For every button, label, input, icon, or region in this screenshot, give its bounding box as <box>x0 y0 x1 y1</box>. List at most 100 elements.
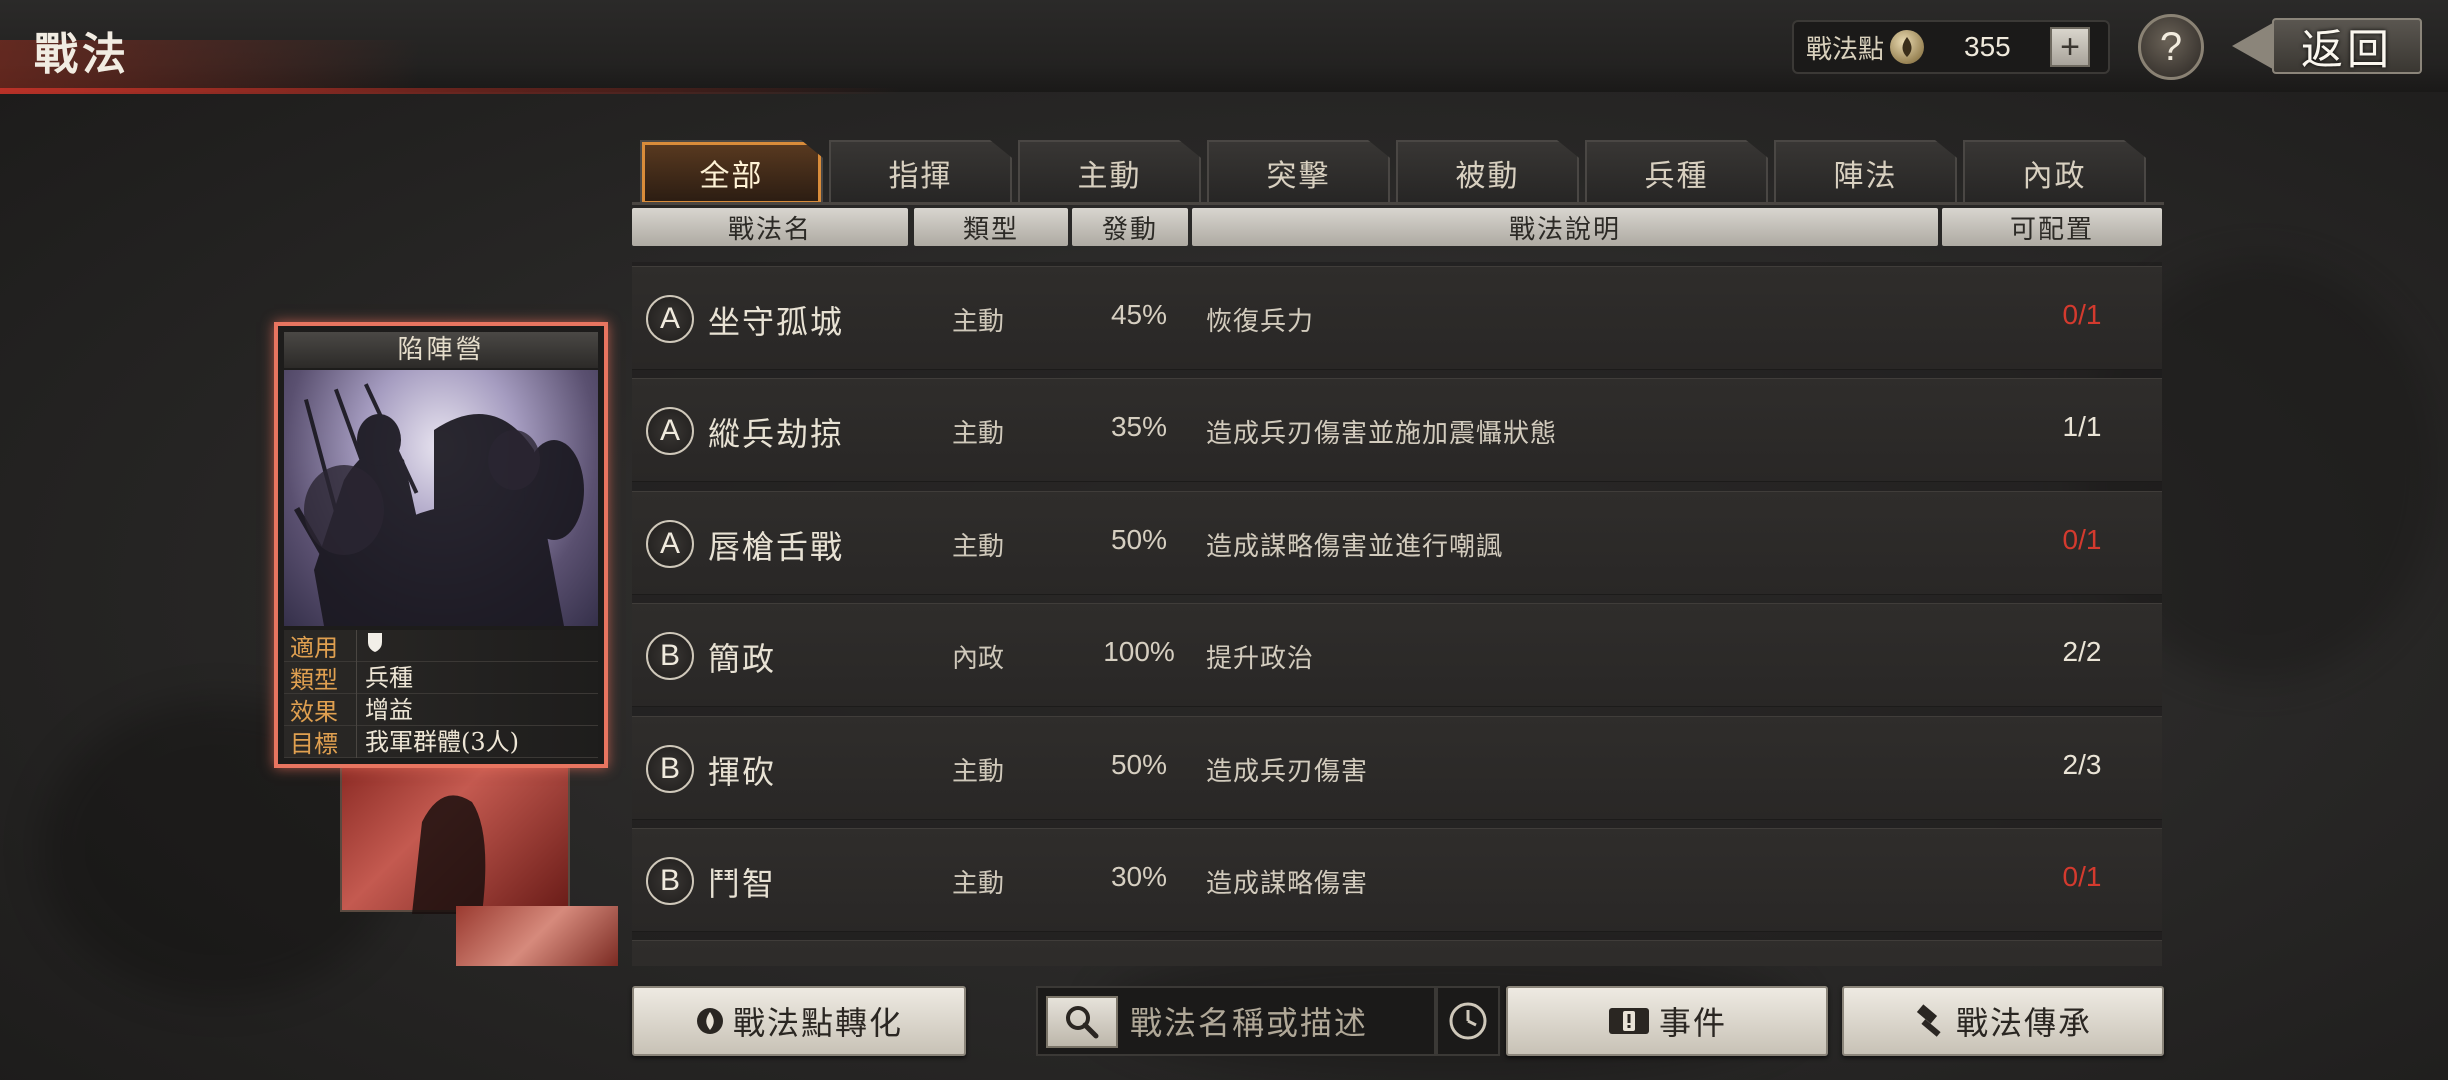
page-title: 戰法 <box>34 29 130 80</box>
search-box <box>1036 986 1436 1056</box>
tactic-description: 造成兵刃傷害並施加震懾狀態 <box>1206 419 1558 449</box>
tactic-type: 內政 <box>951 644 1004 674</box>
hammer-icon <box>1916 1004 1941 1037</box>
card-stack-back-2 <box>456 906 618 966</box>
events-button[interactable]: 事件 <box>1506 986 1828 1056</box>
search-icon <box>1066 1006 1099 1039</box>
grade-badge: B <box>646 745 694 793</box>
points-icon <box>1890 30 1925 64</box>
info-value: 增益 <box>356 693 413 726</box>
tactic-type: 主動 <box>951 307 1004 337</box>
search-input[interactable] <box>1130 1000 1430 1046</box>
tactic-points-display: 戰法點 355 + <box>1792 20 2110 74</box>
tactic-name: 坐守孤城 <box>708 303 845 341</box>
card-illustration <box>284 370 598 626</box>
book-icon <box>1608 1008 1649 1034</box>
tabs-divider <box>632 202 2164 205</box>
column-header-type[interactable]: 類型 <box>914 208 1068 246</box>
tactic-inherit-label: 戰法傳承 <box>1955 1004 2092 1042</box>
grade-badge: A <box>646 407 694 455</box>
tactic-availability: 0/1 <box>2062 524 2102 555</box>
add-points-button[interactable]: + <box>2050 27 2091 67</box>
tactic-rate: 30% <box>1110 861 1168 892</box>
tactic-type: 主動 <box>951 757 1004 787</box>
history-button[interactable] <box>1436 986 1500 1056</box>
column-header-available[interactable]: 可配置 <box>1942 208 2162 246</box>
column-header-rate[interactable]: 發動 <box>1072 208 1188 246</box>
tab-active[interactable]: 主動 <box>1018 140 1201 204</box>
tab-formation[interactable]: 陣法 <box>1774 140 1957 204</box>
tactic-rate: 45% <box>1110 299 1168 330</box>
tactic-row-partial[interactable] <box>632 940 2162 966</box>
info-value: 兵種 <box>356 661 413 694</box>
top-bar: 戰法 戰法點 355 + ? 返回 <box>0 0 2448 94</box>
tactic-rate: 100% <box>1103 636 1175 667</box>
info-value <box>356 629 385 662</box>
clock-icon <box>1449 1002 1487 1040</box>
card-info-row: 適用 <box>284 629 598 662</box>
card-stack-back <box>340 760 570 914</box>
card-info-table: 適用 類型 兵種 效果 增益 目標 我軍群體(3人) <box>284 629 598 758</box>
back-label: 返回 <box>2272 18 2422 74</box>
tactic-rate: 50% <box>1110 749 1168 780</box>
tactic-type: 主動 <box>951 869 1004 899</box>
tab-all[interactable]: 全部 <box>640 140 823 204</box>
category-tabs: 全部 指揮 主動 突擊 被動 兵種 陣法 內政 <box>640 140 2146 204</box>
tab-command[interactable]: 指揮 <box>829 140 1012 204</box>
info-value: 我軍群體(3人) <box>356 725 519 758</box>
card-info-row: 類型 兵種 <box>284 661 598 694</box>
tactic-rate: 50% <box>1110 524 1168 555</box>
tactic-name: 揮砍 <box>708 753 777 791</box>
card-info-row: 效果 增益 <box>284 693 598 726</box>
card-title: 陷陣營 <box>284 332 598 368</box>
tactic-type: 主動 <box>951 532 1004 562</box>
info-key: 效果 <box>290 698 338 726</box>
tactic-row[interactable]: B 簡政 內政 100% 提升政治 2/2 <box>632 603 2162 707</box>
tab-assault[interactable]: 突擊 <box>1207 140 1390 204</box>
tactic-row[interactable]: B 鬥智 主動 30% 造成謀略傷害 0/1 <box>632 828 2162 932</box>
tactic-name: 鬥智 <box>708 865 777 903</box>
info-key: 適用 <box>290 634 338 662</box>
tactic-description: 造成謀略傷害 <box>1206 869 1369 899</box>
tactic-list[interactable]: A 坐守孤城 主動 45% 恢復兵力 0/1 A 縱兵劫掠 主動 35% 造成兵… <box>632 262 2162 966</box>
events-label: 事件 <box>1658 1004 1727 1042</box>
tactic-description: 造成謀略傷害並進行嘲諷 <box>1206 532 1504 562</box>
tactic-row[interactable]: A 坐守孤城 主動 45% 恢復兵力 0/1 <box>632 266 2162 370</box>
grade-badge: A <box>646 520 694 568</box>
tab-troop[interactable]: 兵種 <box>1585 140 1768 204</box>
tactic-type: 主動 <box>951 419 1004 449</box>
points-label: 戰法點 <box>1806 34 1885 65</box>
grade-badge: B <box>646 857 694 905</box>
selected-tactic-card[interactable]: 陷陣營 適用 類型 兵種 效果 增益 目標 我軍群體(3人) <box>274 322 608 768</box>
grade-badge: B <box>646 632 694 680</box>
search-button[interactable] <box>1046 996 1118 1048</box>
tactic-row[interactable]: A 唇槍舌戰 主動 50% 造成謀略傷害並進行嘲諷 0/1 <box>632 491 2162 595</box>
info-key: 目標 <box>290 730 338 758</box>
column-header-description: 戰法說明 <box>1192 208 1938 246</box>
convert-points-label: 戰法點轉化 <box>732 1004 903 1042</box>
back-button[interactable]: 返回 <box>2232 14 2432 78</box>
tactic-name: 縱兵劫掠 <box>708 415 845 453</box>
tactic-description: 造成兵刃傷害 <box>1206 757 1369 787</box>
tactic-name: 簡政 <box>708 640 777 678</box>
card-info-row: 目標 我軍群體(3人) <box>284 725 598 758</box>
tactic-row[interactable]: B 揮砍 主動 50% 造成兵刃傷害 2/3 <box>632 716 2162 820</box>
tab-internal[interactable]: 內政 <box>1963 140 2146 204</box>
grade-badge: A <box>646 295 694 343</box>
tactic-name: 唇槍舌戰 <box>708 528 845 566</box>
tactic-availability: 0/1 <box>2062 861 2102 892</box>
convert-points-button[interactable]: 戰法點轉化 <box>632 986 966 1056</box>
tactic-description: 恢復兵力 <box>1206 307 1315 337</box>
column-header-name[interactable]: 戰法名 <box>632 208 908 246</box>
info-key: 類型 <box>290 666 338 694</box>
help-button[interactable]: ? <box>2138 14 2204 80</box>
tab-passive[interactable]: 被動 <box>1396 140 1579 204</box>
points-value: 355 <box>1964 31 2011 62</box>
tactic-availability: 1/1 <box>2062 411 2102 442</box>
tactic-row[interactable]: A 縱兵劫掠 主動 35% 造成兵刃傷害並施加震懾狀態 1/1 <box>632 378 2162 482</box>
flame-icon <box>696 1008 723 1034</box>
tactic-availability: 2/3 <box>2062 749 2102 780</box>
tactic-inherit-button[interactable]: 戰法傳承 <box>1842 986 2164 1056</box>
title-underline <box>0 88 900 94</box>
tactic-availability: 2/2 <box>2062 636 2102 667</box>
